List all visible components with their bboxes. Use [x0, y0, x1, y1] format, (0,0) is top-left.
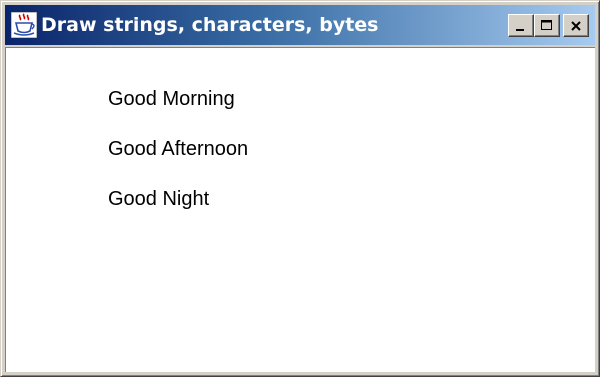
maximize-button[interactable] [534, 14, 560, 37]
close-button[interactable] [563, 14, 589, 37]
minimize-button[interactable] [508, 14, 534, 37]
text-line-good-night: Good Night [108, 188, 210, 210]
app-window: Draw strings, characters, bytes Good Mor… [0, 0, 600, 377]
close-icon [571, 20, 581, 31]
text-line-good-morning: Good Morning [108, 88, 235, 110]
title-bar[interactable]: Draw strings, characters, bytes [5, 5, 595, 45]
window-controls [508, 14, 589, 37]
minimize-icon [516, 28, 524, 31]
java-cup-icon[interactable] [11, 12, 37, 38]
maximize-icon [541, 19, 552, 30]
window-title: Draw strings, characters, bytes [41, 14, 379, 36]
text-line-good-afternoon: Good Afternoon [108, 138, 249, 160]
client-area: Good Morning Good Afternoon Good Night [5, 47, 595, 372]
